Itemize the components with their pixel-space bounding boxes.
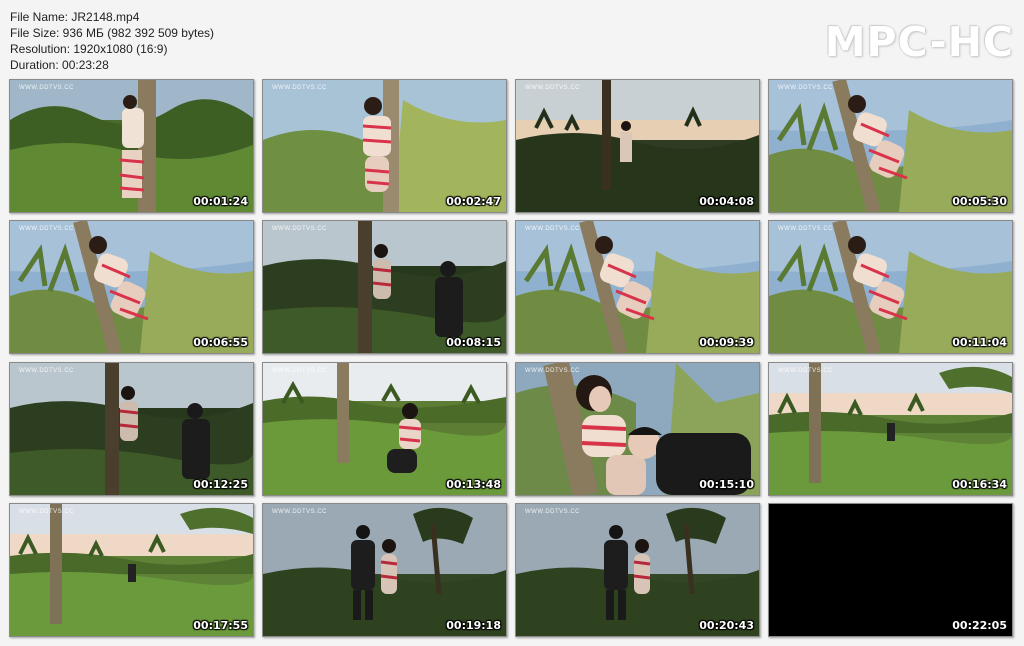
thumbnail-timestamp: 00:05:30	[952, 195, 1007, 208]
thumbnail-image	[10, 221, 253, 353]
watermark-text: WWW.DDTVS.CC	[19, 226, 74, 232]
thumbnail-image	[263, 221, 506, 353]
thumbnail-image	[516, 363, 759, 495]
duration-text: Duration: 00:23:28	[10, 58, 109, 72]
watermark-text: WWW.DDTVS.CC	[272, 226, 327, 232]
thumbnail-image	[10, 504, 253, 636]
thumbnail-image	[516, 504, 759, 636]
thumbnail-frame[interactable]: WWW.DDTVS.CC 00:16:34	[768, 362, 1013, 496]
thumbnail-timestamp: 00:08:15	[446, 336, 501, 349]
thumbnail-image	[10, 80, 253, 212]
thumbnail-image	[769, 80, 1012, 212]
thumbnail-image	[516, 221, 759, 353]
thumbnail-timestamp: 00:22:05	[952, 619, 1007, 632]
watermark-text: WWW.DDTVS.CC	[19, 368, 74, 374]
thumbnail-frame[interactable]: WWW.DDTVS.CC 00:01:24	[9, 79, 254, 213]
thumbnail-timestamp: 00:09:39	[699, 336, 754, 349]
mpc-hc-logo: MPC-HC	[824, 18, 1014, 66]
thumbnail-timestamp: 00:15:10	[699, 478, 754, 491]
watermark-text: WWW.DDTVS.CC	[272, 368, 327, 374]
thumbnail-frame[interactable]: WWW.DDTVS.CC 00:09:39	[515, 220, 760, 354]
thumbnail-frame[interactable]: WWW.DDTVS.CC 00:04:08	[515, 79, 760, 213]
thumbnail-frame[interactable]: WWW.DDTVS.CC 00:13:48	[262, 362, 507, 496]
file-size-text: File Size: 936 МБ (982 392 509 bytes)	[10, 26, 214, 40]
thumbnail-timestamp: 00:11:04	[952, 336, 1007, 349]
watermark-text: WWW.DDTVS.CC	[19, 509, 74, 515]
thumbnail-timestamp: 00:12:25	[193, 478, 248, 491]
thumbnail-frame[interactable]: WWW.DDTVS.CC 00:06:55	[9, 220, 254, 354]
thumbnail-frame[interactable]: WWW.DDTVS.CC 00:19:18	[262, 503, 507, 637]
watermark-text: WWW.DDTVS.CC	[525, 85, 580, 91]
resolution-text: Resolution: 1920x1080 (16:9)	[10, 42, 168, 56]
thumbnail-timestamp: 00:13:48	[446, 478, 501, 491]
thumbnail-image	[769, 363, 1012, 495]
watermark-text: WWW.DDTVS.CC	[272, 509, 327, 515]
watermark-text: WWW.DDTVS.CC	[525, 509, 580, 515]
thumbnail-image	[263, 80, 506, 212]
thumbnail-timestamp: 00:16:34	[952, 478, 1007, 491]
watermark-text: WWW.DDTVS.CC	[525, 226, 580, 232]
thumbnail-image	[769, 221, 1012, 353]
thumbnail-timestamp: 00:17:55	[193, 619, 248, 632]
thumbnail-frame[interactable]: WWW.DDTVS.CC 00:08:15	[262, 220, 507, 354]
thumbnail-frame[interactable]: 00:22:05	[768, 503, 1013, 637]
thumbnail-timestamp: 00:02:47	[446, 195, 501, 208]
watermark-text: WWW.DDTVS.CC	[19, 85, 74, 91]
file-info-panel: File Name: JR2148.mp4 File Size: 936 МБ …	[10, 9, 214, 73]
thumbnail-frame[interactable]: WWW.DDTVS.CC 00:20:43	[515, 503, 760, 637]
watermark-text: WWW.DDTVS.CC	[272, 85, 327, 91]
thumbnail-image	[263, 363, 506, 495]
thumbnail-frame[interactable]: WWW.DDTVS.CC 00:17:55	[9, 503, 254, 637]
thumbnail-timestamp: 00:19:18	[446, 619, 501, 632]
watermark-text: WWW.DDTVS.CC	[778, 368, 833, 374]
thumbnail-grid: WWW.DDTVS.CC 00:01:24 WWW.DDTVS.CC 00:02:4…	[9, 79, 1015, 637]
watermark-text: WWW.DDTVS.CC	[778, 226, 833, 232]
thumbnail-frame[interactable]: WWW.DDTVS.CC 00:12:25	[9, 362, 254, 496]
thumbnail-image	[516, 80, 759, 212]
thumbnail-image	[10, 363, 253, 495]
thumbnail-timestamp: 00:06:55	[193, 336, 248, 349]
thumbnail-timestamp: 00:20:43	[699, 619, 754, 632]
thumbnail-frame[interactable]: WWW.DDTVS.CC 00:05:30	[768, 79, 1013, 213]
thumbnail-image	[769, 504, 1012, 636]
thumbnail-frame[interactable]: WWW.DDTVS.CC 00:15:10	[515, 362, 760, 496]
watermark-text: WWW.DDTVS.CC	[525, 368, 580, 374]
thumbnail-timestamp: 00:04:08	[699, 195, 754, 208]
thumbnail-frame[interactable]: WWW.DDTVS.CC 00:11:04	[768, 220, 1013, 354]
watermark-text: WWW.DDTVS.CC	[778, 85, 833, 91]
thumbnail-frame[interactable]: WWW.DDTVS.CC 00:02:47	[262, 79, 507, 213]
thumbnail-timestamp: 00:01:24	[193, 195, 248, 208]
thumbnail-image	[263, 504, 506, 636]
file-name-text: File Name: JR2148.mp4	[10, 10, 140, 24]
